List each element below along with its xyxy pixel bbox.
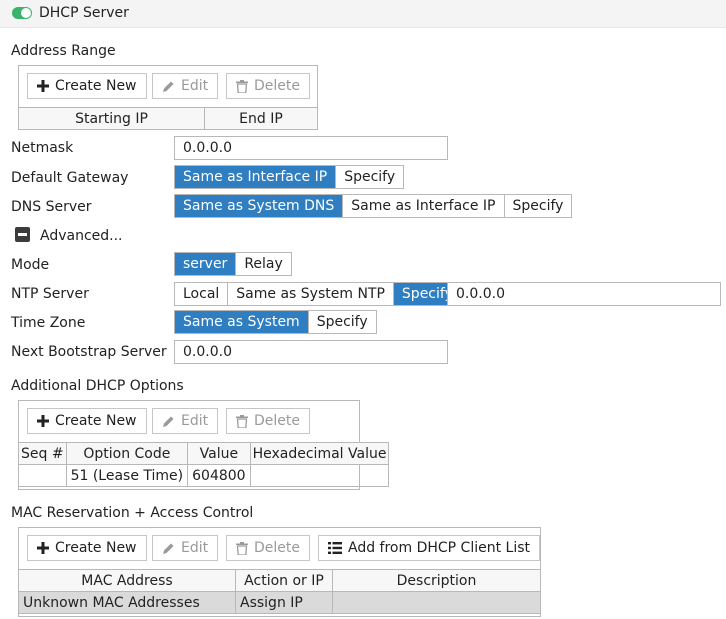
create-new-label: Create New [55,413,137,429]
edit-label: Edit [181,413,209,429]
dhcp-options-delete-button[interactable]: Delete [226,408,310,434]
default-gateway-selector: Same as Interface IP Specify [174,165,405,189]
cell-option-code: 51 (Lease Time) [65,464,189,487]
add-from-client-list-button[interactable]: Add from DHCP Client List [318,535,541,561]
column-header-mac-address[interactable]: MAC Address [18,569,236,592]
next-bootstrap-field[interactable]: 0.0.0.0 [174,340,448,364]
ntp-option-system-ntp[interactable]: Same as System NTP [227,283,393,305]
netmask-label: Netmask [11,140,74,156]
column-header-starting-ip[interactable]: Starting IP [18,107,205,130]
plus-icon [37,80,49,92]
ntp-server-field[interactable]: 0.0.0.0 [447,282,721,306]
column-header-description[interactable]: Description [332,569,541,592]
plus-icon [37,415,49,427]
trash-icon [236,541,248,555]
address-range-table: Starting IP End IP [18,107,318,130]
column-header-action-or-ip[interactable]: Action or IP [235,569,333,592]
pencil-icon [162,80,175,93]
time-zone-option-system[interactable]: Same as System [175,311,308,333]
dns-server-selector: Same as System DNS Same as Interface IP … [174,194,573,218]
edit-label: Edit [181,540,209,556]
cell-seq [18,464,67,487]
cell-mac-address: Unknown MAC Addresses [18,591,236,614]
dhcp-options-create-new-button[interactable]: Create New [27,408,147,434]
address-range-title: Address Range [11,43,116,59]
column-header-hex-value[interactable]: Hexadecimal Value [249,442,390,465]
cell-value: 604800 [187,464,251,487]
column-header-end-ip[interactable]: End IP [204,107,318,130]
delete-button[interactable]: Delete [226,73,310,99]
default-gateway-option-specify[interactable]: Specify [335,166,403,188]
edit-button[interactable]: Edit [152,73,219,99]
time-zone-label: Time Zone [11,315,86,331]
create-new-label: Create New [55,78,137,94]
mac-reservation-table: MAC Address Action or IP Description Unk… [18,569,541,614]
cell-hex-value [249,464,390,487]
trash-icon [236,79,248,93]
dhcp-server-toggle[interactable] [12,7,32,19]
add-from-client-list-label: Add from DHCP Client List [348,540,531,556]
column-header-option-code[interactable]: Option Code [65,442,189,465]
edit-label: Edit [181,78,209,94]
table-row[interactable]: 51 (Lease Time) 604800 [18,464,390,487]
next-bootstrap-label: Next Bootstrap Server [11,344,167,360]
dhcp-options-edit-button[interactable]: Edit [152,408,219,434]
dns-server-option-specify[interactable]: Specify [503,195,572,217]
delete-label: Delete [254,78,300,94]
default-gateway-option-interface-ip[interactable]: Same as Interface IP [175,166,336,188]
dhcp-options-table: Seq # Option Code Value Hexadecimal Valu… [18,442,390,487]
create-new-button[interactable]: Create New [27,73,147,99]
mode-selector: server Relay [174,252,292,276]
dns-server-option-system-dns[interactable]: Same as System DNS [175,195,343,217]
mode-label: Mode [11,257,50,273]
plus-icon [37,542,49,554]
netmask-field[interactable]: 0.0.0.0 [174,136,448,160]
collapse-icon[interactable] [15,227,30,242]
advanced-toggle[interactable]: Advanced... [40,228,123,244]
time-zone-option-specify[interactable]: Specify [307,311,376,333]
mode-option-relay[interactable]: Relay [235,253,290,275]
column-header-value[interactable]: Value [187,442,251,465]
dhcp-options-title: Additional DHCP Options [11,378,184,394]
ntp-server-label: NTP Server [11,286,89,302]
cell-description [332,591,541,614]
list-icon [328,542,342,554]
column-header-seq[interactable]: Seq # [18,442,67,465]
toggle-knob [21,8,31,18]
ntp-option-local[interactable]: Local [175,283,227,305]
mac-edit-button[interactable]: Edit [152,535,219,561]
section-title: DHCP Server [39,5,129,21]
delete-label: Delete [254,413,300,429]
mac-create-new-button[interactable]: Create New [27,535,147,561]
mac-reservation-title: MAC Reservation + Access Control [11,505,254,521]
delete-label: Delete [254,540,300,556]
mac-delete-button[interactable]: Delete [226,535,310,561]
trash-icon [236,414,248,428]
cell-action-or-ip: Assign IP [235,591,333,614]
dns-server-option-interface-ip[interactable]: Same as Interface IP [342,195,503,217]
time-zone-selector: Same as System Specify [174,310,377,334]
ntp-server-selector: Local Same as System NTP Specify [174,282,462,306]
table-row[interactable]: Unknown MAC Addresses Assign IP [18,591,541,614]
dns-server-label: DNS Server [11,199,92,215]
create-new-label: Create New [55,540,137,556]
pencil-icon [162,542,175,555]
mode-option-server[interactable]: server [175,253,236,275]
pencil-icon [162,415,175,428]
default-gateway-label: Default Gateway [11,170,129,186]
